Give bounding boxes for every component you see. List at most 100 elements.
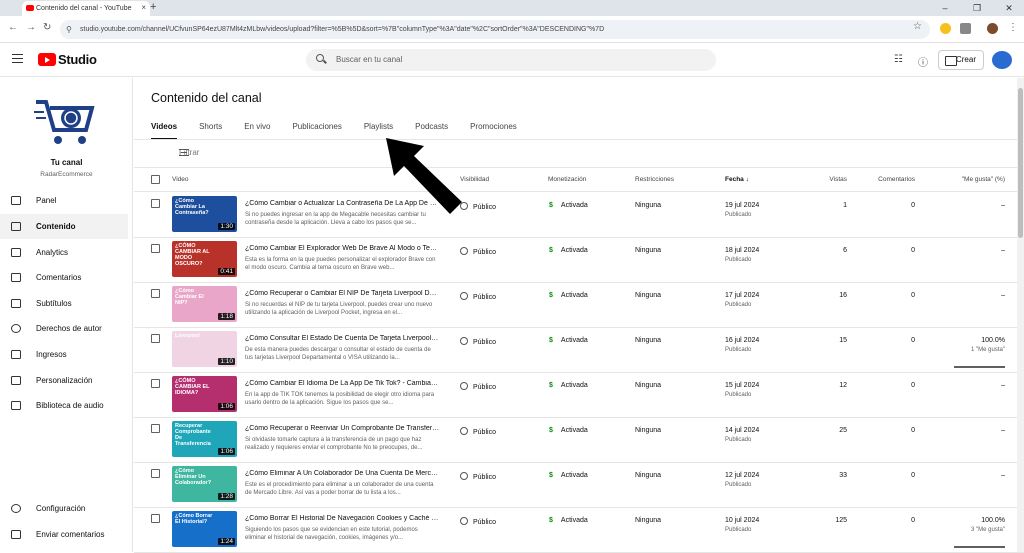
video-thumbnail[interactable]: ¿Cómo Borrar El Historial? 1:24 [172,511,237,547]
column-views[interactable]: Vistas [794,176,847,183]
row-checkbox[interactable] [151,334,160,343]
maximize-icon[interactable]: ❐ [962,0,992,16]
monetization-cell[interactable]: $ Activada [549,247,588,254]
visibility-cell[interactable]: Público [460,472,496,481]
url-field[interactable]: ⚲ studio.youtube.com/channel/UCfvunSP64e… [60,20,930,39]
monetization-cell[interactable]: $ Activada [549,472,588,479]
monetization-cell[interactable]: $ Activada [549,382,588,389]
tab-videos[interactable]: Videos [151,122,178,140]
row-checkbox[interactable] [151,469,160,478]
select-all-checkbox[interactable] [151,175,160,184]
browser-menu-icon[interactable]: ⋮ [1008,22,1018,33]
sidebar-item-feedback[interactable]: Enviar comentarios [0,522,128,547]
video-description: En la app de TIK TOK tenemos la posibili… [245,392,435,406]
video-thumbnail[interactable]: ¿Cómo Cambiar El NIP? 1:18 [172,286,237,322]
tab-live[interactable]: En vivo [244,122,270,140]
video-thumbnail[interactable]: ¿Cómo Eliminar Un Colaborador? 1:28 [172,466,237,502]
menu-icon[interactable] [12,54,23,63]
monetization-cell[interactable]: $ Activada [549,427,588,434]
video-title[interactable]: ¿Cómo Consultar El Estado De Cuenta De T… [245,335,440,342]
monetization-cell[interactable]: $ Activada [549,292,588,299]
tab-shorts[interactable]: Shorts [199,122,222,140]
bookmark-star-icon[interactable]: ☆ [913,21,922,32]
row-checkbox[interactable] [151,289,160,298]
table-row[interactable]: ¿CÓMO CAMBIAR AL MODO OSCURO? 0:41 ¿Cómo C… [134,238,1024,283]
video-thumbnail[interactable]: ¿CÓMO CAMBIAR EL IDIOMA? 1:06 [172,376,237,412]
account-avatar[interactable] [992,51,1012,69]
row-checkbox[interactable] [151,379,160,388]
visibility-cell[interactable]: Público [460,202,496,211]
tab-promotions[interactable]: Promociones [470,122,517,140]
monetization-cell[interactable]: $ Activada [549,337,588,344]
monetization-cell[interactable]: $ Activada [549,517,588,524]
studio-header: Studio Buscar en tu canal ☷ ⓘ Crear [0,43,1024,77]
column-comments[interactable]: Comentarios [854,176,915,183]
video-thumbnail[interactable]: Liverpool 1:10 [172,331,237,367]
video-title[interactable]: ¿Cómo Eliminar A Un Colaborador De Una C… [245,470,440,477]
channel-cart-logo[interactable] [34,96,96,148]
video-title[interactable]: ¿Cómo Cambiar El Idioma De La App De Tik… [245,380,440,387]
sidebar-item-analytics[interactable]: Analytics [0,240,128,265]
table-row[interactable]: ¿Cómo Cambiar El NIP? 1:18 ¿Cómo Recuperar… [134,283,1024,328]
sidebar-item-copyright[interactable]: Derechos de autor [0,316,128,341]
sidebar-item-customization[interactable]: Personalización [0,368,128,393]
search-input[interactable]: Buscar en tu canal [306,49,716,71]
table-row[interactable]: ¿Cómo Eliminar Un Colaborador? 1:28 ¿Cómo … [134,463,1024,508]
table-row[interactable]: ¿Cómo Borrar El Historial? 1:24 ¿Cómo Borr… [134,508,1024,553]
row-checkbox[interactable] [151,514,160,523]
likes-count: 3 "Me gusta" [971,527,1005,533]
visibility-cell[interactable]: Público [460,427,496,436]
visibility-cell[interactable]: Público [460,292,496,301]
sidebar-item-comments[interactable]: Comentarios [0,265,128,290]
video-title[interactable]: ¿Cómo Cambiar El Explorador Web De Brave… [245,245,440,252]
close-window-icon[interactable]: ✕ [994,0,1024,16]
row-checkbox[interactable] [151,199,160,208]
browser-tab[interactable]: Contenido del canal - YouTube × [22,1,150,16]
row-checkbox[interactable] [151,244,160,253]
create-button[interactable]: Crear [938,50,984,70]
sidebar-item-earn[interactable]: Ingresos [0,342,128,367]
monetization-cell[interactable]: $ Activada [549,202,588,209]
visibility-cell[interactable]: Público [460,337,496,346]
visibility-cell[interactable]: Público [460,517,496,526]
extensions-puzzle-icon[interactable] [960,23,971,34]
extension-icon[interactable] [940,23,951,34]
profile-avatar-icon[interactable] [987,23,998,34]
minimize-icon[interactable]: – [930,0,960,16]
video-thumbnail[interactable]: ¿Cómo Cambiar La Contraseña? 1:30 [172,196,237,232]
visibility-cell[interactable]: Público [460,382,496,391]
column-date[interactable]: Fecha ↓ [725,176,749,183]
column-likes[interactable]: "Me gusta" (%) [934,176,1005,183]
new-tab-icon[interactable]: + [150,1,156,13]
site-info-icon[interactable]: ⚲ [66,20,72,39]
sidebar-item-panel[interactable]: Panel [0,188,128,213]
tab-posts[interactable]: Publicaciones [292,122,341,140]
row-checkbox[interactable] [151,424,160,433]
messages-icon[interactable]: ☷ [894,54,903,65]
sidebar-item-label: Biblioteca de audio [36,401,104,410]
scrollbar-thumb[interactable] [1018,88,1023,238]
video-thumbnail[interactable]: Recuperar Comprobante De Transferencia 1:… [172,421,237,457]
table-row[interactable]: Liverpool 1:10 ¿Cómo Consultar El Estado D… [134,328,1024,373]
help-icon[interactable]: ⓘ [918,54,928,69]
reload-icon[interactable]: ↻ [43,22,51,33]
sidebar-item-label: Configuración [36,504,86,513]
sidebar-item-audio-library[interactable]: Biblioteca de audio [0,393,128,418]
sidebar-item-content[interactable]: Contenido [0,214,128,239]
visibility-cell[interactable]: Público [460,247,496,256]
video-title[interactable]: ¿Cómo Recuperar o Reenviar Un Comprobant… [245,425,440,432]
sidebar-item-settings[interactable]: Configuración [0,496,128,521]
filter-input[interactable]: Filtrar [151,148,199,157]
video-thumbnail[interactable]: ¿CÓMO CAMBIAR AL MODO OSCURO? 0:41 [172,241,237,277]
back-icon[interactable]: ← [8,22,18,33]
table-row[interactable]: ¿CÓMO CAMBIAR EL IDIOMA? 1:06 ¿Cómo Cambia… [134,373,1024,418]
table-row[interactable]: ¿Cómo Cambiar La Contraseña? 1:30 ¿Cómo Ca… [134,193,1024,238]
sidebar-item-subtitles[interactable]: Subtítulos [0,291,128,316]
studio-logo[interactable]: Studio [38,52,97,67]
video-title[interactable]: ¿Cómo Recuperar o Cambiar El NIP De Tarj… [245,290,440,297]
close-tab-icon[interactable]: × [141,3,146,12]
video-title[interactable]: ¿Cómo Borrar El Historial De Navegación … [245,515,440,522]
page-scrollbar[interactable] [1017,78,1024,552]
table-row[interactable]: Recuperar Comprobante De Transferencia 1:… [134,418,1024,463]
forward-icon[interactable]: → [26,22,36,33]
